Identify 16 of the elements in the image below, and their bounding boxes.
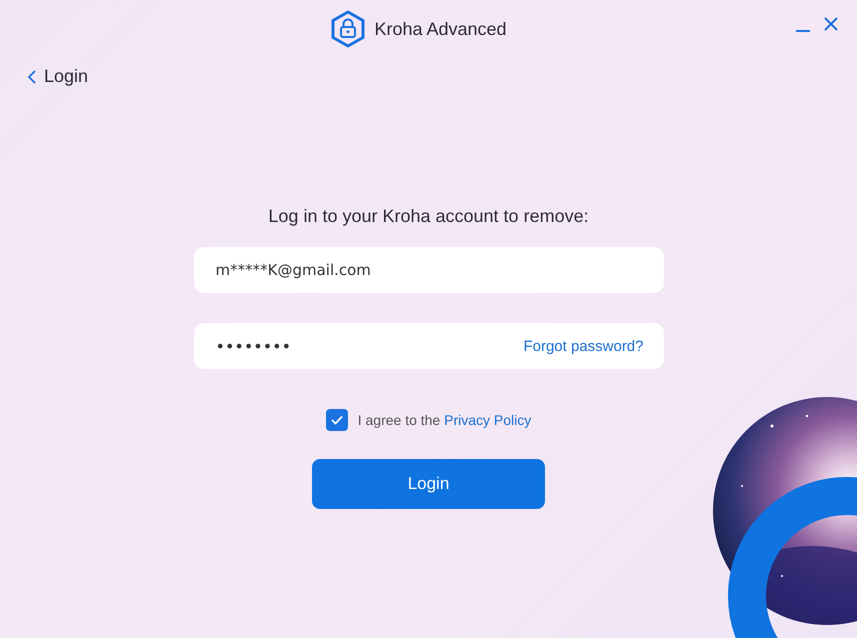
window-title: Kroha Advanced [374,18,507,40]
close-icon [823,16,839,32]
login-button[interactable]: Login [312,459,545,509]
agree-checkbox[interactable] [326,409,348,431]
agreement-text: I agree to the Privacy Policy [358,412,532,428]
forgot-password-link[interactable]: Forgot password? [523,338,644,354]
lock-icon [330,10,366,48]
privacy-policy-link[interactable]: Privacy Policy [444,412,532,428]
login-heading: Log in to your Kroha account to remove: [268,206,589,227]
minimize-icon [795,30,811,32]
back-button[interactable]: Login [28,66,88,87]
checkmark-icon [330,415,343,425]
email-field[interactable]: m*****K@gmail.com [194,247,664,293]
close-button[interactable] [823,16,839,32]
chevron-left-icon [28,70,36,84]
password-field[interactable]: •••••••• Forgot password? [194,323,664,369]
